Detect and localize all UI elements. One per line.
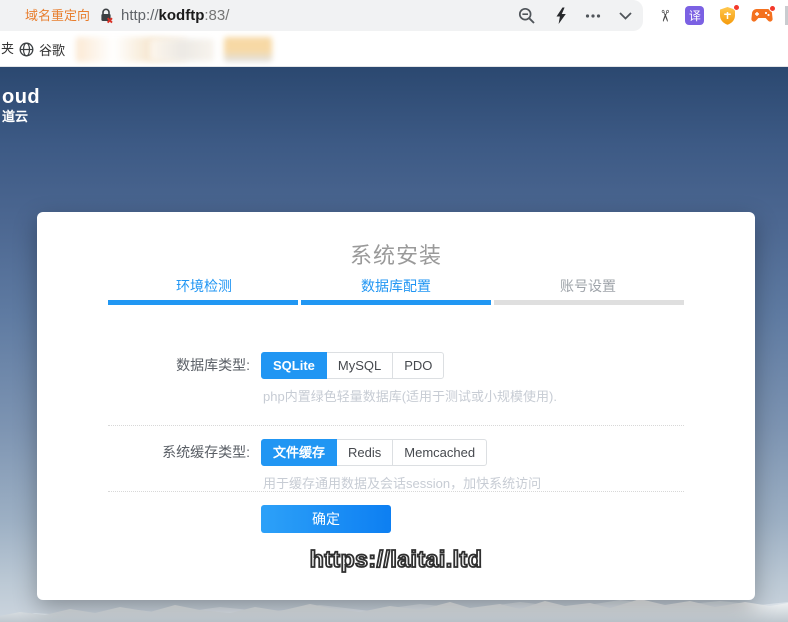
progress-segment-done <box>108 300 298 305</box>
lightning-icon[interactable] <box>554 7 568 25</box>
cache-type-options: 文件缓存 Redis Memcached <box>261 439 488 466</box>
db-option-pdo[interactable]: PDO <box>392 352 445 379</box>
section-divider <box>108 491 684 492</box>
translate-icon[interactable]: 译 <box>685 6 705 25</box>
progress-segment-pending <box>494 300 684 305</box>
scissors-icon[interactable]: ✂ <box>656 6 673 26</box>
page-title: 系统安装 <box>349 243 442 268</box>
blurred-bookmark[interactable] <box>224 37 272 62</box>
notification-badge <box>769 5 777 12</box>
watermark-text: https://laitai.ltd <box>309 545 483 573</box>
cache-option-file[interactable]: 文件缓存 <box>261 439 338 466</box>
browser-tab-title[interactable]: 域名重定向 <box>25 0 90 31</box>
more-icon[interactable] <box>585 13 601 19</box>
bookmarks-bar: 夹 谷歌 <box>0 32 788 67</box>
extension-icons: ✂ 译 <box>652 0 788 31</box>
browser-toolbar: 域名重定向 http://kodftp:83/ ✂ 译 <box>0 0 788 32</box>
progress-segment-active <box>301 300 491 305</box>
tab-database-config[interactable]: 数据库配置 <box>300 276 492 296</box>
step-tabs: 环境检测 数据库配置 账号设置 <box>108 276 684 296</box>
tab-env-check[interactable]: 环境检测 <box>108 276 300 296</box>
cache-option-memcached[interactable]: Memcached <box>392 439 488 466</box>
db-type-description: php内置绿色轻量数据库(适用于测试或小规模使用). <box>263 389 557 404</box>
cache-option-redis[interactable]: Redis <box>336 439 394 466</box>
confirm-button[interactable]: 确定 <box>261 505 391 533</box>
notification-badge <box>733 3 741 11</box>
zoom-out-icon[interactable] <box>518 7 536 25</box>
globe-icon <box>19 42 34 56</box>
kodcloud-logo: oud 道云 <box>2 87 40 124</box>
db-type-label: 数据库类型: <box>176 357 250 373</box>
url-field[interactable]: http://kodftp:83/ <box>121 0 229 31</box>
gamepad-extension-icon[interactable] <box>751 5 777 24</box>
bookmark-google-label: 谷歌 <box>39 42 66 58</box>
insecure-lock-icon[interactable] <box>99 8 113 29</box>
installer-card: 系统安装 环境检测 数据库配置 账号设置 数据库类型: SQLite MySQL… <box>37 212 755 600</box>
section-divider <box>108 425 684 426</box>
cache-type-label: 系统缓存类型: <box>162 444 250 460</box>
db-option-sqlite[interactable]: SQLite <box>261 352 327 379</box>
shield-extension-icon[interactable] <box>718 3 741 26</box>
chevron-down-icon[interactable] <box>619 11 632 20</box>
db-type-options: SQLite MySQL PDO <box>261 352 445 379</box>
step-progress-bar <box>108 300 684 305</box>
db-option-mysql[interactable]: MySQL <box>325 352 394 379</box>
logo-text-partial: oud <box>2 86 41 108</box>
bookmark-clipped-label[interactable]: 夹 <box>1 32 14 66</box>
bookmark-google[interactable]: 谷歌 <box>19 32 65 66</box>
url-host: kodftp <box>158 7 205 24</box>
blurred-bookmark[interactable] <box>150 39 214 61</box>
page-background: oud 道云 系统安装 环境检测 数据库配置 账号设置 数据库类型: SQLit… <box>0 67 788 622</box>
cache-type-description: 用于缓存通用数据及会话session，加快系统访问 <box>263 476 542 491</box>
address-bar-actions <box>510 0 640 31</box>
url-port: :83/ <box>204 7 230 24</box>
tab-account-setup[interactable]: 账号设置 <box>492 276 684 296</box>
url-scheme: http:// <box>121 7 159 24</box>
logo-subtext-partial: 道云 <box>2 109 29 124</box>
browser-window: 域名重定向 http://kodftp:83/ ✂ 译 夹 谷歌 oud 道云 … <box>0 0 788 622</box>
